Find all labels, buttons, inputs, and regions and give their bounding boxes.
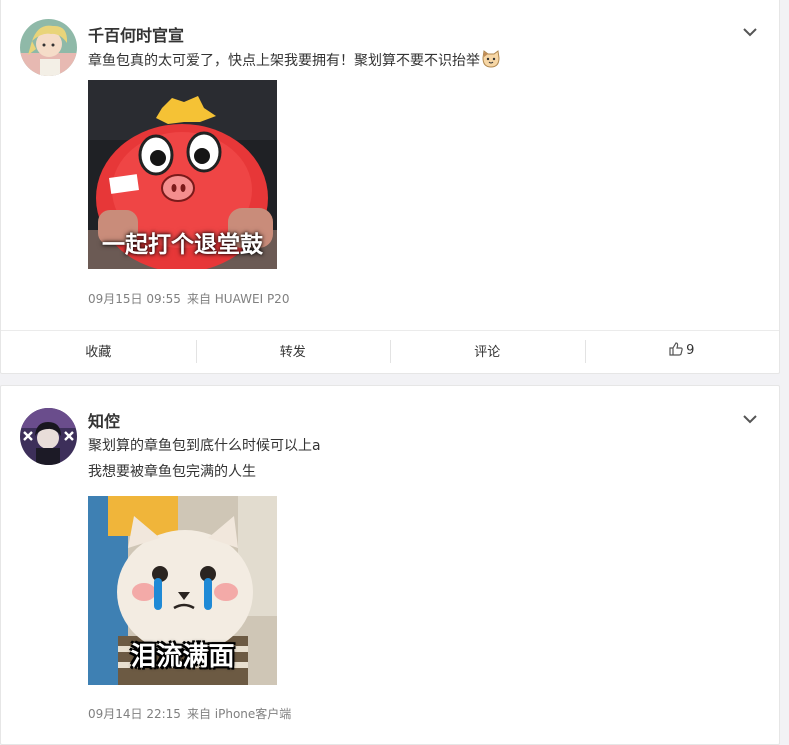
image-caption: 泪流满面	[130, 642, 235, 672]
thumbs-up-icon	[669, 341, 683, 360]
post-text-line: 聚划算的章鱼包到底什么时候可以上a	[88, 438, 321, 454]
chevron-down-icon[interactable]	[741, 23, 759, 41]
post-text: 聚划算的章鱼包到底什么时候可以上a 我想要被章鱼包完满的人生	[88, 433, 321, 485]
chevron-down-icon[interactable]	[741, 410, 759, 428]
comment-label: 评论	[474, 345, 501, 360]
image-caption: 一起打个退堂鼓	[102, 232, 263, 258]
feed-card: 千百何时官宣 章鱼包真的太可爱了，快点上架我要拥有！聚划算不要不识抬举 一起打个…	[0, 0, 780, 374]
cat-emoji-icon	[481, 49, 501, 78]
source-device[interactable]: iPhone客户端	[215, 707, 292, 721]
feed-card: 知倥 聚划算的章鱼包到底什么时候可以上a 我想要被章鱼包完满的人生 泪流满面 0…	[0, 385, 780, 745]
source-device[interactable]: HUAWEI P20	[215, 292, 290, 306]
action-bar: 收藏 转发 评论 9	[1, 330, 779, 370]
favorite-button[interactable]: 收藏	[1, 331, 196, 370]
repost-button[interactable]: 转发	[195, 331, 391, 370]
comment-button[interactable]: 评论	[390, 331, 585, 370]
like-button[interactable]: 9	[584, 331, 780, 370]
post-text-line: 章鱼包真的太可爱了，快点上架我要拥有！聚划算不要不识抬举	[88, 53, 480, 69]
avatar[interactable]	[20, 408, 77, 465]
post-date[interactable]: 09月14日 22:15	[88, 707, 181, 721]
post-text-line: 我想要被章鱼包完满的人生	[88, 464, 256, 480]
post-meta: 09月15日 09:55 来自 HUAWEI P20	[88, 290, 289, 307]
author-name[interactable]: 千百何时官宣	[88, 22, 184, 46]
author-name[interactable]: 知倥	[88, 408, 120, 432]
post-image[interactable]: 泪流满面	[88, 496, 277, 685]
post-text: 章鱼包真的太可爱了，快点上架我要拥有！聚划算不要不识抬举	[88, 48, 501, 78]
source-prefix: 来自	[186, 292, 211, 306]
source-prefix: 来自	[186, 707, 211, 721]
repost-label: 转发	[279, 345, 306, 360]
post-date[interactable]: 09月15日 09:55	[88, 292, 181, 306]
like-count: 9	[686, 343, 695, 358]
post-meta: 09月14日 22:15 来自 iPhone客户端	[88, 705, 291, 722]
favorite-label: 收藏	[85, 345, 112, 360]
post-image[interactable]: 一起打个退堂鼓	[88, 80, 277, 269]
avatar[interactable]	[20, 19, 77, 76]
